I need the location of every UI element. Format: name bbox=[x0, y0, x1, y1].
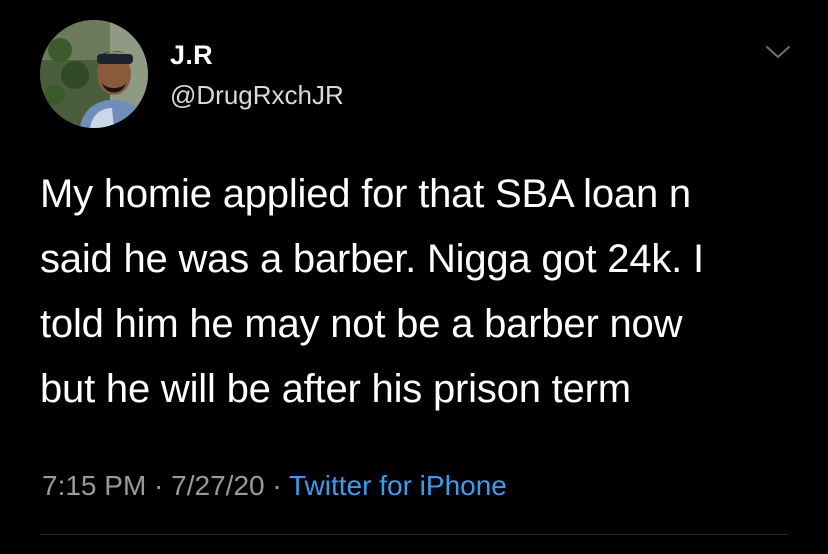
display-name[interactable]: J.R bbox=[170, 40, 213, 71]
tweet-meta: 7:15 PM · 7/27/20 · Twitter for iPhone bbox=[42, 470, 507, 502]
tweet-time[interactable]: 7:15 PM bbox=[42, 470, 146, 501]
tweet-card: J.R @DrugRxchJR My homie applied for tha… bbox=[0, 0, 828, 554]
tweet-source-link[interactable]: Twitter for iPhone bbox=[289, 470, 507, 501]
avatar-image bbox=[40, 20, 148, 128]
avatar[interactable] bbox=[40, 20, 148, 128]
tweet-date[interactable]: 7/27/20 bbox=[171, 470, 264, 501]
divider bbox=[40, 534, 788, 535]
tweet-text: My homie applied for that SBA loan n sai… bbox=[40, 172, 704, 411]
meta-separator: · bbox=[264, 470, 289, 501]
meta-separator: · bbox=[146, 470, 172, 501]
user-handle[interactable]: @DrugRxchJR bbox=[170, 80, 344, 111]
chevron-down-icon[interactable] bbox=[764, 42, 792, 62]
